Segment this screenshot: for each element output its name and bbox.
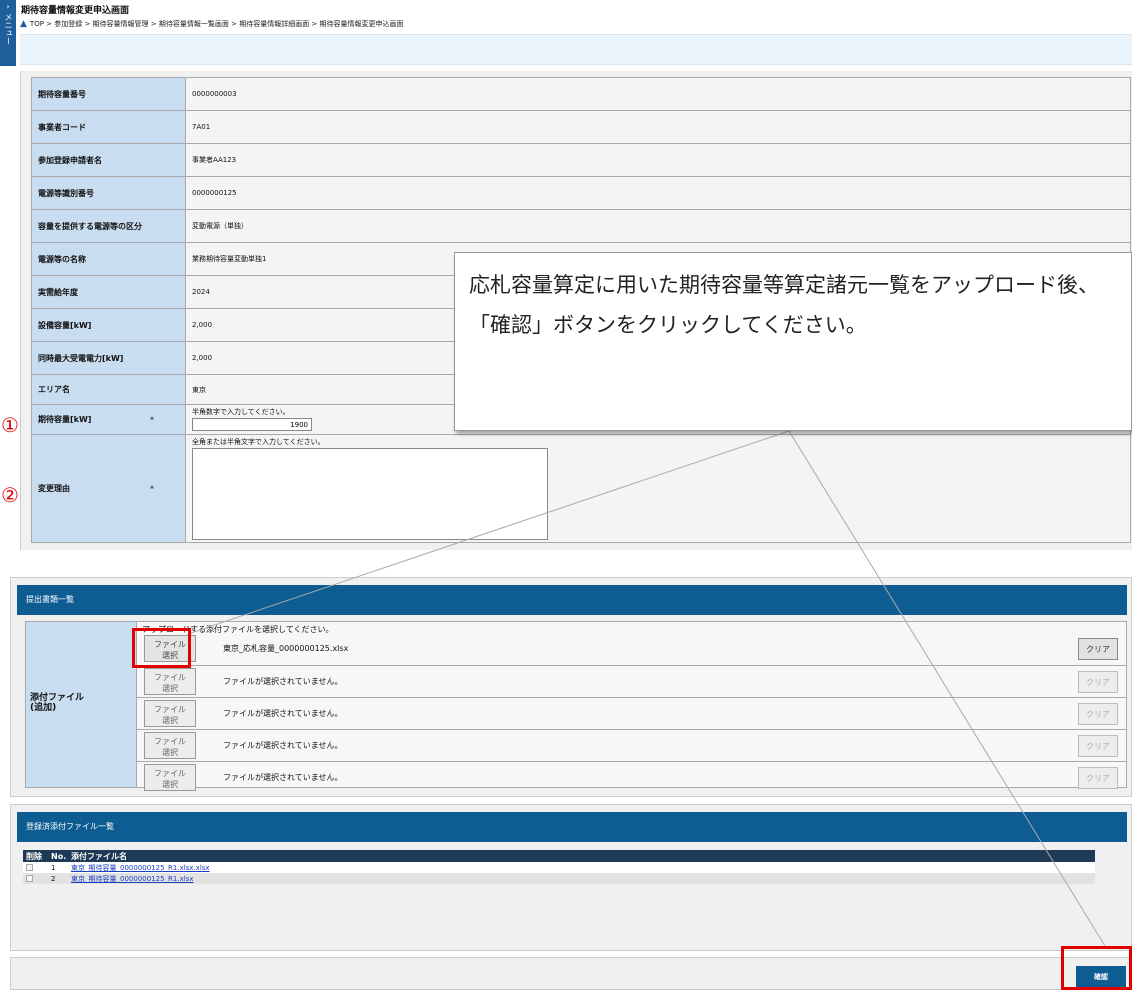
leader-line-to-file-button [190,430,790,634]
callout-leader-lines [190,430,1106,947]
leader-line-to-confirm-button [788,430,1106,947]
instruction-callout: 応札容量算定に用いた期待容量等算定諸元一覧をアップロード後、「確認」ボタンをクリ… [454,252,1132,431]
